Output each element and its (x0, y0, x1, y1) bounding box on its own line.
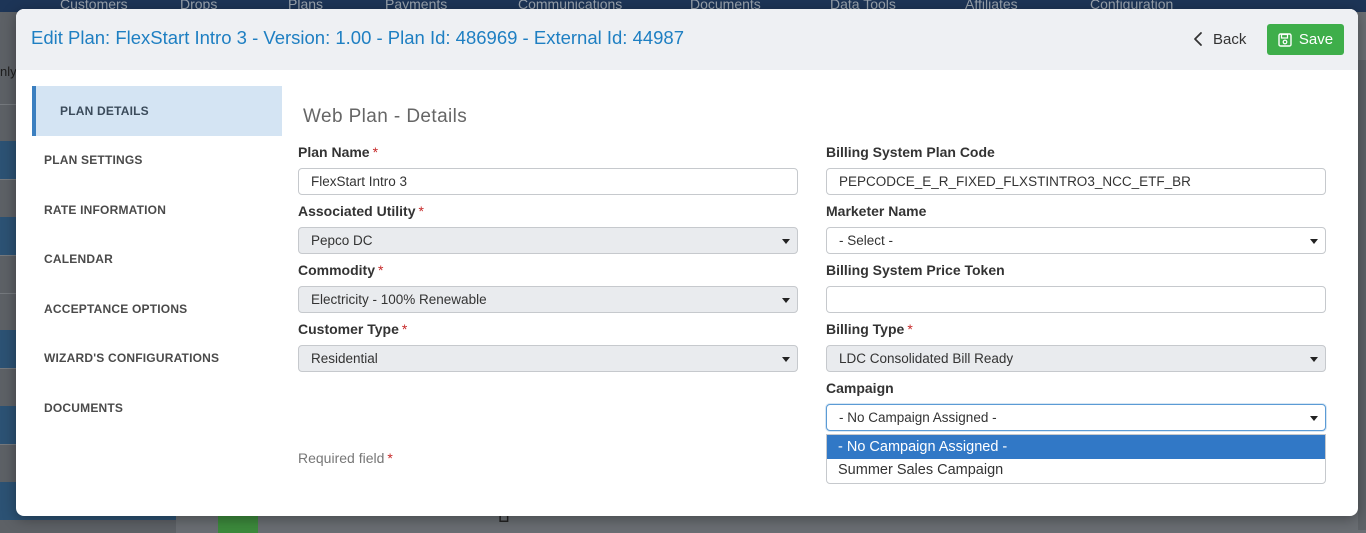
floppy-disk-icon (1278, 32, 1292, 47)
required-marker: * (378, 262, 384, 278)
nav-item-calendar[interactable]: CALENDAR (32, 235, 282, 285)
caret-down-icon (1310, 416, 1318, 421)
nav-item-documents[interactable]: DOCUMENTS (32, 383, 282, 433)
nav-item-rate-information[interactable]: RATE INFORMATION (32, 185, 282, 235)
billing-type-label: Billing Type * (826, 321, 913, 337)
customer-type-value: Residential (311, 351, 378, 366)
customer-type-select[interactable]: Residential (298, 345, 798, 372)
caret-down-icon (1310, 239, 1318, 244)
billing-system-plan-code-input[interactable]: PEPCODCE_E_R_FIXED_FLXSTINTRO3_NCC_ETF_B… (826, 168, 1326, 195)
required-marker: * (387, 450, 393, 466)
billing-type-label-text: Billing Type (826, 321, 905, 337)
billing-type-select[interactable]: LDC Consolidated Bill Ready (826, 345, 1326, 372)
associated-utility-label: Associated Utility * (298, 203, 424, 219)
commodity-label-text: Commodity (298, 262, 375, 278)
caret-down-icon (1310, 357, 1318, 362)
campaign-value: - No Campaign Assigned - (839, 410, 997, 425)
nav-item-plan-details[interactable]: PLAN DETAILS (32, 86, 282, 136)
associated-utility-value: Pepco DC (311, 233, 373, 248)
campaign-option[interactable]: - No Campaign Assigned - (827, 435, 1325, 459)
back-button-label: Back (1213, 30, 1247, 48)
billing-system-price-token-input[interactable] (826, 286, 1326, 313)
required-field-note: Required field * (298, 450, 393, 466)
modal-header: Edit Plan: FlexStart Intro 3 - Version: … (16, 9, 1358, 70)
plan-name-label: Plan Name * (298, 144, 378, 160)
edit-plan-modal: Edit Plan: FlexStart Intro 3 - Version: … (16, 9, 1358, 516)
caret-down-icon (782, 239, 790, 244)
billing-system-price-token-label: Billing System Price Token (826, 262, 1005, 278)
campaign-dropdown-list: - No Campaign Assigned - Summer Sales Ca… (826, 434, 1326, 484)
required-marker: * (372, 144, 379, 160)
campaign-label: Campaign (826, 380, 894, 396)
back-button[interactable]: Back (1189, 28, 1246, 50)
save-button-label: Save (1298, 31, 1334, 48)
background-sidebar-fragment: nly (0, 64, 17, 79)
caret-down-icon (782, 298, 790, 303)
plan-name-label-text: Plan Name (298, 144, 370, 160)
required-marker: * (907, 321, 913, 337)
campaign-option[interactable]: Summer Sales Campaign (827, 459, 1325, 483)
chevron-left-icon (1194, 32, 1202, 46)
customer-type-label-text: Customer Type (298, 321, 399, 337)
associated-utility-select[interactable]: Pepco DC (298, 227, 798, 254)
nav-item-acceptance-options[interactable]: ACCEPTANCE OPTIONS (32, 284, 282, 334)
plan-sections-nav: PLAN DETAILS PLAN SETTINGS RATE INFORMAT… (32, 86, 282, 433)
billing-type-value: LDC Consolidated Bill Ready (839, 351, 1014, 366)
marketer-name-label: Marketer Name (826, 203, 927, 219)
commodity-select[interactable]: Electricity - 100% Renewable (298, 286, 798, 313)
required-marker: * (401, 321, 408, 337)
associated-utility-label-text: Associated Utility (298, 203, 416, 219)
plan-name-input[interactable]: FlexStart Intro 3 (298, 168, 798, 195)
commodity-value: Electricity - 100% Renewable (311, 292, 487, 307)
commodity-label: Commodity * (298, 262, 383, 278)
nav-item-wizards-configurations[interactable]: WIZARD'S CONFIGURATIONS (32, 334, 282, 384)
modal-title: Edit Plan: FlexStart Intro 3 - Version: … (31, 27, 685, 48)
customer-type-label: Customer Type * (298, 321, 407, 337)
save-button[interactable]: Save (1267, 24, 1344, 55)
marketer-name-value: - Select - (839, 233, 894, 248)
nav-item-plan-settings[interactable]: PLAN SETTINGS (32, 136, 282, 186)
campaign-select[interactable]: - No Campaign Assigned - (826, 404, 1326, 431)
required-marker: * (418, 203, 424, 219)
billing-system-plan-code-label: Billing System Plan Code (826, 144, 995, 160)
required-field-note-text: Required field (298, 450, 385, 466)
background-scroll (1358, 60, 1366, 530)
caret-down-icon (782, 357, 790, 362)
marketer-name-select[interactable]: - Select - (826, 227, 1326, 254)
section-title: Web Plan - Details (303, 106, 468, 127)
